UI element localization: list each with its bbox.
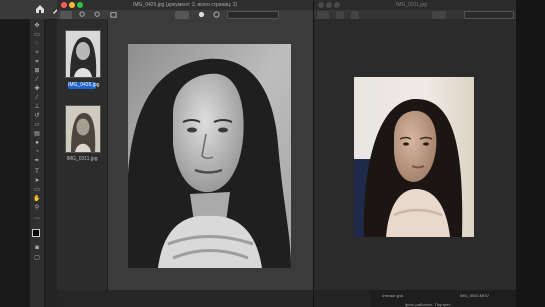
dodge-tool-icon[interactable]: ◔ xyxy=(33,149,41,155)
hand-tool-icon[interactable]: ✋ xyxy=(33,196,41,202)
thumbnail-1-label[interactable]: IMG_0435.jpg xyxy=(68,82,99,89)
hand-icon[interactable] xyxy=(110,11,117,18)
left-window-title: IMG_0425.jpg (документ: 3, всего страниц… xyxy=(133,2,238,8)
file-label-2[interactable]: фото рабочего xyxy=(405,302,432,307)
bottom-file-bar: отложи ура фото рабочего Портрет... IMG_… xyxy=(370,290,516,307)
minimize-button[interactable] xyxy=(326,2,332,8)
file-label-4[interactable]: IMG_0040.MOV xyxy=(460,293,489,298)
close-button[interactable] xyxy=(318,2,324,8)
settings-icon[interactable] xyxy=(213,11,220,18)
search-input[interactable] xyxy=(464,11,514,19)
zoom-in-icon[interactable] xyxy=(79,11,86,18)
search-input[interactable] xyxy=(227,11,279,19)
toolbox: ✥ ▭ ◌ ✧ ⌗ ⊠ ⁄ ✚ ⁄ ⊥ ↺ ▱ ▤ ● ◔ ✒ T ➤ ▭ ✋ … xyxy=(30,19,45,307)
right-strip xyxy=(516,0,545,307)
file-label-1[interactable]: отложи ура xyxy=(382,293,403,298)
screen-mode-icon[interactable]: ▢ xyxy=(33,255,41,261)
eyedropper-icon[interactable]: ⁄ xyxy=(33,77,41,83)
zoom-tool-icon[interactable]: ⚲ xyxy=(33,205,41,211)
move-tool-icon[interactable]: ✥ xyxy=(33,23,41,29)
left-window-toolbar xyxy=(57,10,313,20)
marquee-tool-icon[interactable]: ▭ xyxy=(33,32,41,38)
quick-mask-icon[interactable]: ◙ xyxy=(33,245,41,251)
pencil-portrait-image xyxy=(128,44,291,268)
gradient-tool-icon[interactable]: ▤ xyxy=(33,131,41,137)
pen-tool-icon[interactable]: ✒ xyxy=(33,158,41,164)
more-tools-icon[interactable]: ⋯ xyxy=(33,216,41,222)
file-label-3[interactable]: Портрет... xyxy=(435,302,453,307)
crop-tool-icon[interactable]: ⌗ xyxy=(33,59,41,65)
thumbnail-2-label[interactable]: IMG_0311.jpg xyxy=(57,156,107,163)
foreground-color[interactable] xyxy=(32,229,40,237)
reference-photo-image xyxy=(354,77,474,237)
zoom-button[interactable] xyxy=(77,2,83,8)
left-panel xyxy=(0,19,30,307)
right-window-toolbar xyxy=(314,10,516,20)
color-swatches[interactable] xyxy=(32,229,43,240)
path-selection-icon[interactable]: ➤ xyxy=(33,178,41,184)
brush-tool-icon[interactable]: ⁄ xyxy=(33,95,41,101)
eraser-tool-icon[interactable]: ▱ xyxy=(33,122,41,128)
blur-tool-icon[interactable]: ● xyxy=(33,140,41,146)
lasso-tool-icon[interactable]: ◌ xyxy=(33,41,41,47)
healing-brush-icon[interactable]: ✚ xyxy=(33,86,41,92)
home-icon[interactable] xyxy=(34,3,46,15)
zoom-button[interactable] xyxy=(334,2,340,8)
left-window-footer xyxy=(57,290,313,307)
magic-wand-icon[interactable]: ✧ xyxy=(33,50,41,56)
minimize-button[interactable] xyxy=(69,2,75,8)
zoom-out-icon[interactable] xyxy=(94,11,101,18)
shape-tool-icon[interactable]: ▭ xyxy=(33,187,41,193)
thumbnail-1[interactable] xyxy=(65,30,101,78)
right-window-title: IMG_0311.jpg xyxy=(396,2,428,8)
rotate-icon[interactable] xyxy=(198,11,205,18)
type-tool-icon[interactable]: T xyxy=(33,169,41,175)
clone-stamp-icon[interactable]: ⊥ xyxy=(33,104,41,110)
history-brush-icon[interactable]: ↺ xyxy=(33,113,41,119)
close-button[interactable] xyxy=(61,2,67,8)
thumbnail-2[interactable] xyxy=(65,105,101,153)
frame-tool-icon[interactable]: ⊠ xyxy=(33,68,41,74)
thumbnail-panel: IMG_0435.jpg IMG_0311.jpg xyxy=(57,19,108,290)
